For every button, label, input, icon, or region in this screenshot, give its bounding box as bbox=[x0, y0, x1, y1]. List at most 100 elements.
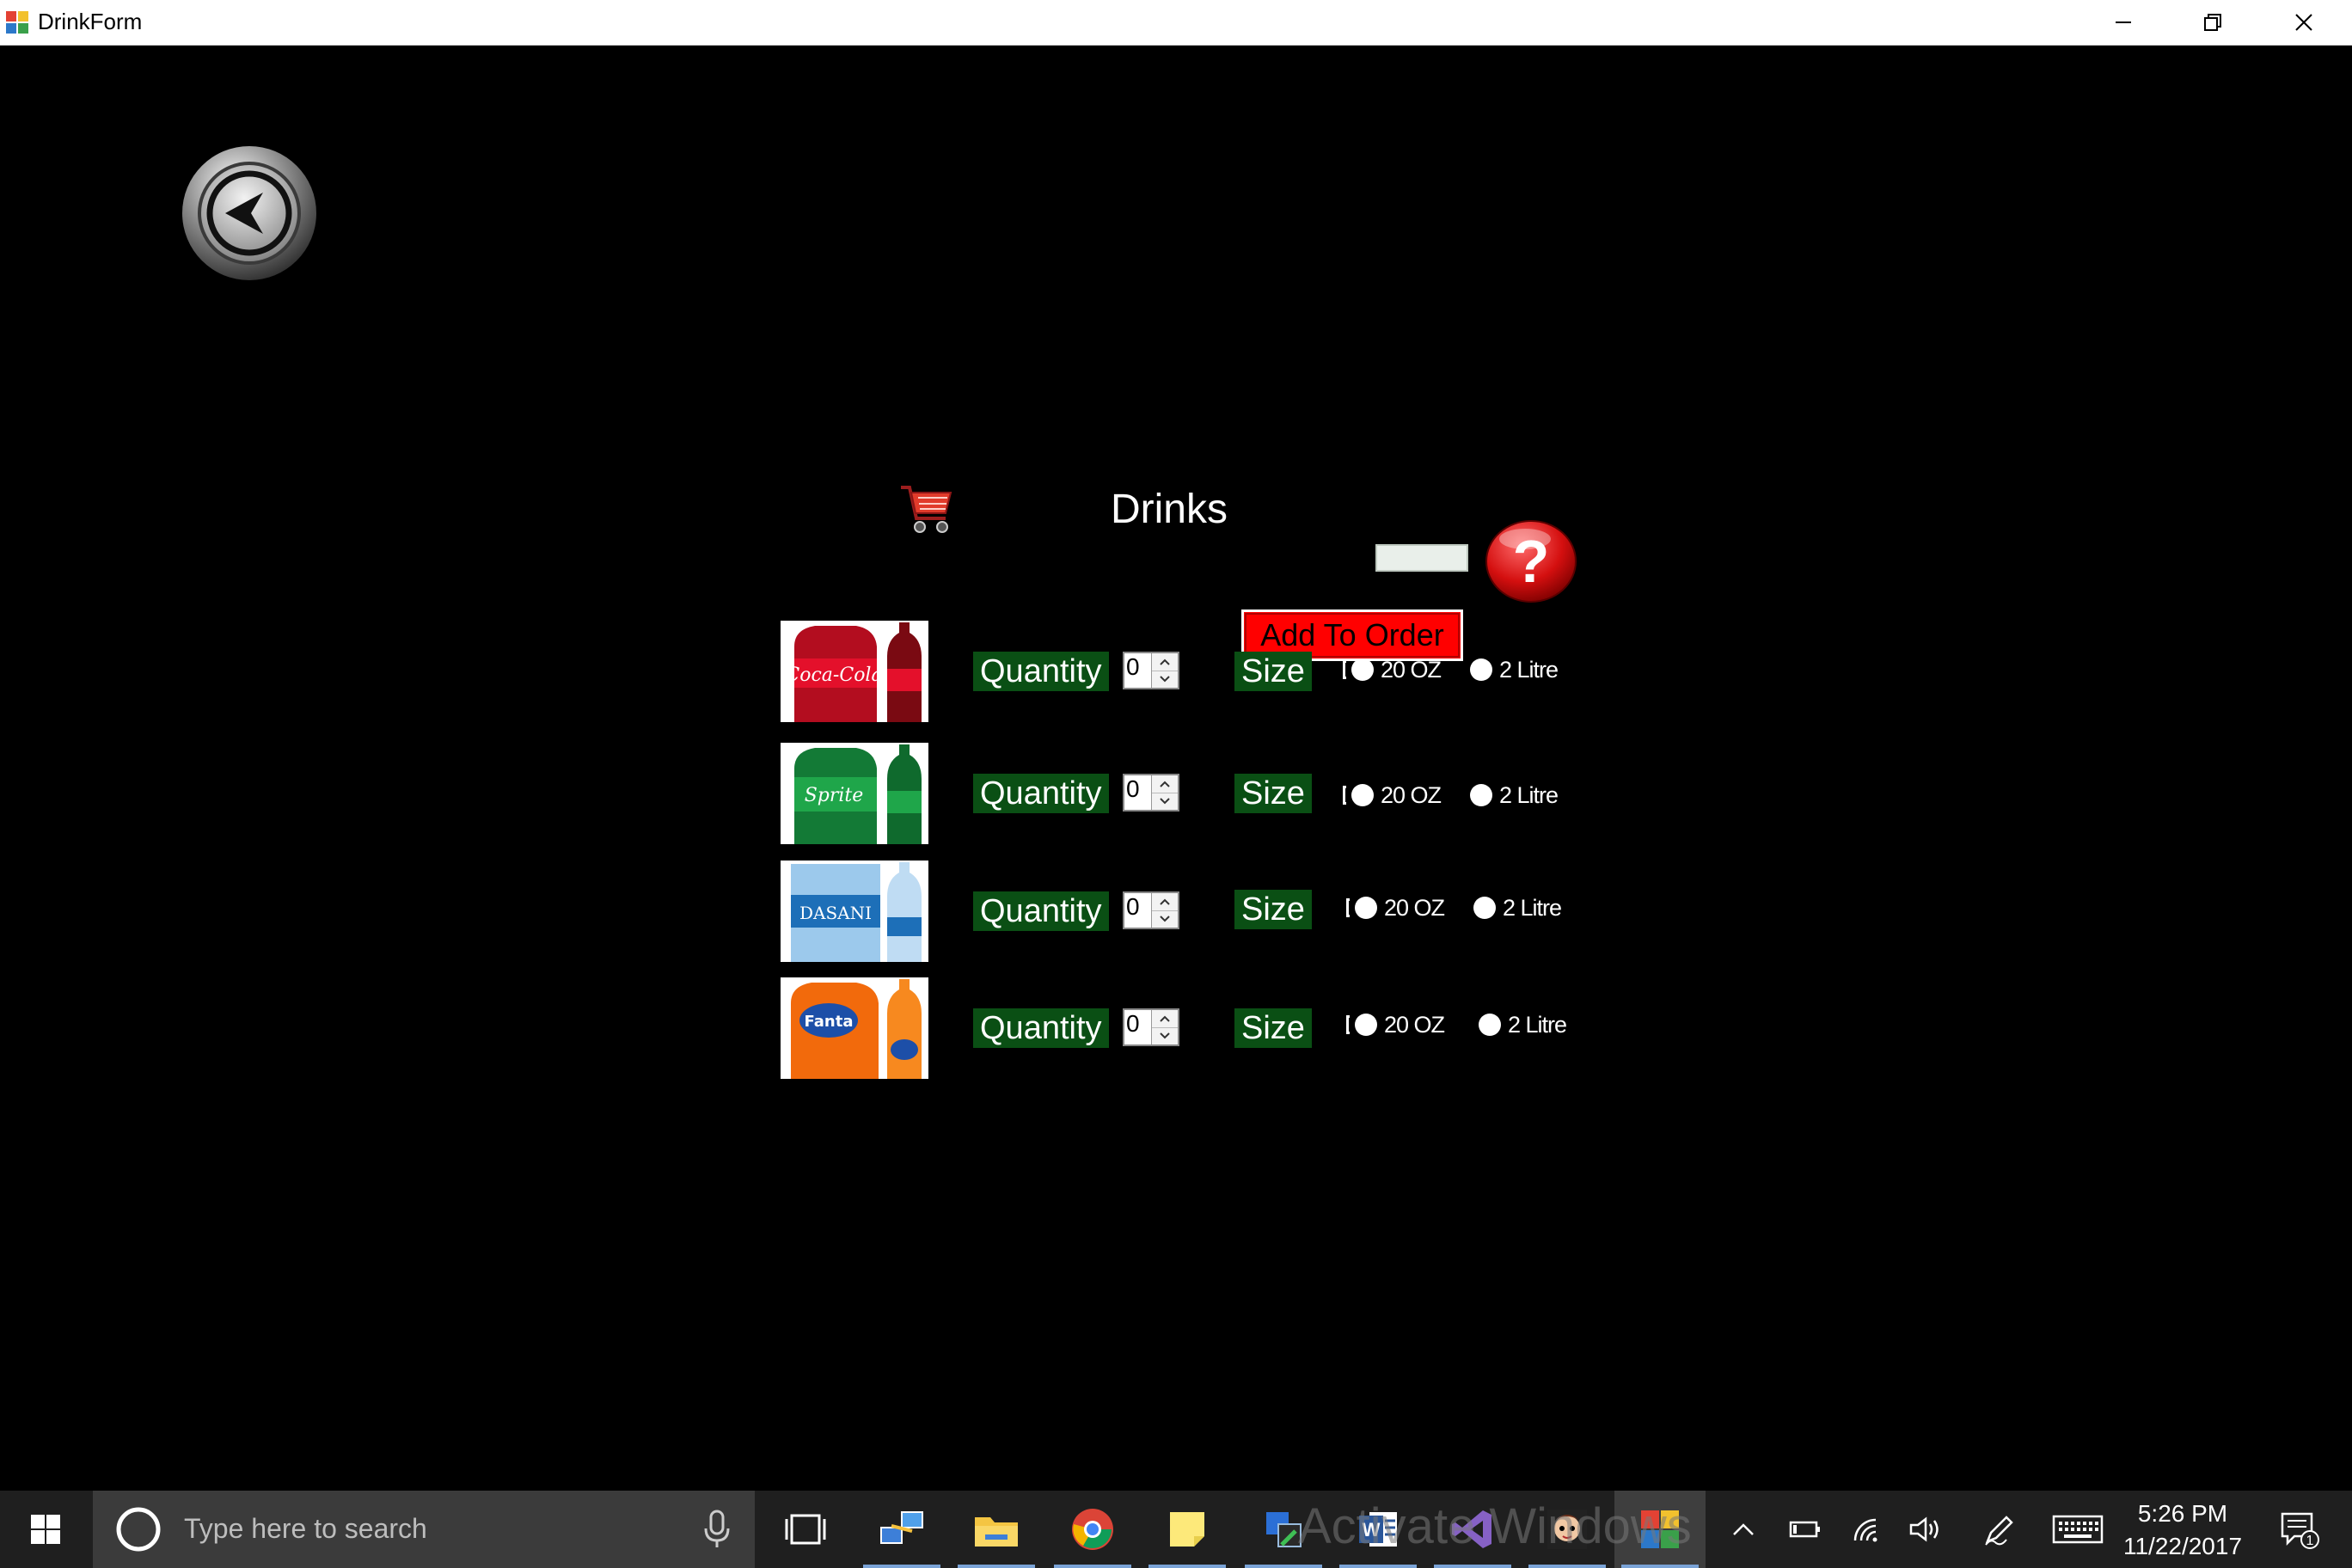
size-label: Size bbox=[1234, 1008, 1312, 1048]
taskbar-app-chrome[interactable] bbox=[1047, 1491, 1138, 1568]
restore-icon bbox=[2204, 14, 2221, 31]
chevron-down-icon bbox=[1160, 916, 1170, 922]
stepper-down-button[interactable] bbox=[1152, 793, 1178, 810]
size-2litre-label: 2 Litre bbox=[1499, 657, 1559, 683]
restore-button[interactable] bbox=[2168, 0, 2257, 45]
form-client-area: Drinks ? Add To Order Coca-Cola Quantity… bbox=[0, 46, 2352, 1491]
radio-border bbox=[1346, 1015, 1350, 1034]
chevron-down-icon bbox=[1160, 676, 1170, 683]
taskbar-app-file-explorer[interactable] bbox=[951, 1491, 1042, 1568]
coca-cola-brand-text: Coca-Cola bbox=[785, 665, 882, 686]
size-2litre-radio[interactable] bbox=[1473, 897, 1496, 919]
fanta-brand-text: Fanta bbox=[805, 1013, 854, 1031]
quantity-stepper[interactable]: 0 bbox=[1123, 652, 1179, 689]
taskbar-clock[interactable]: 5:26 PM 11/22/2017 bbox=[2101, 1498, 2264, 1563]
start-button[interactable] bbox=[0, 1491, 91, 1568]
window-title-bar: DrinkForm bbox=[0, 0, 2352, 46]
chevron-up-icon bbox=[1160, 898, 1170, 905]
stepper-up-button[interactable] bbox=[1152, 1010, 1178, 1028]
back-arrow-icon bbox=[182, 146, 316, 280]
chevron-up-icon bbox=[1160, 781, 1170, 787]
size-2litre-radio[interactable] bbox=[1470, 658, 1492, 681]
drink-row-fanta: Fanta Quantity 0 Size 20 OZ 2 Litre bbox=[781, 977, 1589, 1079]
drinkform-app-icon bbox=[1641, 1510, 1679, 1548]
word-icon: W bbox=[1359, 1512, 1397, 1547]
stepper-arrows bbox=[1151, 653, 1178, 688]
size-2litre-label: 2 Litre bbox=[1508, 1012, 1567, 1038]
taskbar-app-word[interactable]: W bbox=[1332, 1491, 1424, 1568]
taskbar-app-visual-studio[interactable] bbox=[1427, 1491, 1518, 1568]
quantity-stepper[interactable]: 0 bbox=[1123, 774, 1179, 812]
volume-button[interactable] bbox=[1900, 1491, 1951, 1568]
wifi-button[interactable] bbox=[1841, 1491, 1893, 1568]
stepper-up-button[interactable] bbox=[1152, 775, 1178, 793]
windows-logo-icon bbox=[31, 1515, 60, 1544]
close-button[interactable] bbox=[2259, 0, 2349, 45]
touch-keyboard-button[interactable] bbox=[2048, 1491, 2108, 1568]
quantity-stepper[interactable]: 0 bbox=[1123, 1008, 1179, 1046]
quantity-stepper[interactable]: 0 bbox=[1123, 891, 1179, 929]
chevron-up-icon bbox=[1733, 1523, 1754, 1535]
size-2litre-radio[interactable] bbox=[1479, 1014, 1501, 1036]
task-view-button[interactable] bbox=[760, 1491, 851, 1568]
taskbar-app-store[interactable] bbox=[1238, 1491, 1329, 1568]
radio-border bbox=[1346, 898, 1350, 917]
cart-button[interactable] bbox=[897, 481, 958, 541]
quantity-value[interactable]: 0 bbox=[1126, 775, 1140, 803]
task-view-icon bbox=[785, 1514, 826, 1545]
chevron-up-icon bbox=[1160, 1015, 1170, 1022]
wifi-icon bbox=[1853, 1518, 1877, 1542]
minimize-icon bbox=[2116, 21, 2131, 23]
size-2litre-radio[interactable] bbox=[1470, 784, 1492, 806]
taskbar-app-network[interactable] bbox=[856, 1491, 947, 1568]
size-20oz-label: 20 OZ bbox=[1381, 657, 1442, 683]
sticky-notes-icon bbox=[1170, 1512, 1204, 1547]
chevron-down-icon bbox=[1160, 798, 1170, 805]
action-center-button[interactable]: 1 bbox=[2269, 1491, 2330, 1568]
folder-icon bbox=[975, 1517, 1018, 1547]
size-2litre-label: 2 Litre bbox=[1499, 782, 1559, 808]
taskbar-search-box[interactable]: Type here to search bbox=[93, 1491, 755, 1568]
quantity-value[interactable]: 0 bbox=[1126, 653, 1140, 681]
pen-workspace-button[interactable] bbox=[1974, 1491, 2025, 1568]
notification-count: 1 bbox=[2306, 1534, 2314, 1548]
clock-time: 5:26 PM bbox=[2137, 1500, 2228, 1527]
total-display bbox=[1375, 544, 1468, 572]
stepper-arrows bbox=[1151, 1010, 1178, 1044]
help-button[interactable]: ? bbox=[1484, 518, 1578, 604]
chrome-icon bbox=[1072, 1509, 1113, 1550]
microphone-icon[interactable] bbox=[700, 1510, 734, 1549]
taskbar-app-drinkform[interactable] bbox=[1614, 1491, 1706, 1568]
sprite-brand-text: Sprite bbox=[805, 785, 864, 806]
drink-row-coca-cola: Coca-Cola Quantity 0 Size 20 OZ 2 Litre bbox=[781, 621, 1589, 722]
stepper-down-button[interactable] bbox=[1152, 910, 1178, 928]
drink-row-sprite: Sprite Quantity 0 Size 20 OZ 2 Litre bbox=[781, 743, 1589, 844]
quantity-label: Quantity bbox=[973, 774, 1109, 813]
show-hidden-icons-button[interactable] bbox=[1718, 1491, 1769, 1568]
stepper-down-button[interactable] bbox=[1152, 671, 1178, 688]
taskbar-app-game[interactable] bbox=[1522, 1491, 1613, 1568]
size-label: Size bbox=[1234, 652, 1312, 691]
window-title: DrinkForm bbox=[38, 9, 143, 34]
taskbar-app-sticky-notes[interactable] bbox=[1142, 1491, 1233, 1568]
size-radio-group: 20 OZ 2 Litre bbox=[1346, 1007, 1604, 1044]
stepper-down-button[interactable] bbox=[1152, 1027, 1178, 1044]
quantity-value[interactable]: 0 bbox=[1126, 1010, 1140, 1038]
chevron-up-icon bbox=[1160, 658, 1170, 665]
close-icon bbox=[2295, 14, 2312, 31]
cortana-icon bbox=[116, 1507, 161, 1552]
minimize-button[interactable] bbox=[2079, 0, 2168, 45]
pen-icon bbox=[1985, 1516, 2013, 1546]
size-20oz-radio[interactable] bbox=[1355, 897, 1377, 919]
svg-text:W: W bbox=[1363, 1519, 1381, 1540]
battery-button[interactable] bbox=[1779, 1491, 1831, 1568]
stepper-up-button[interactable] bbox=[1152, 653, 1178, 671]
size-20oz-radio[interactable] bbox=[1355, 1014, 1377, 1036]
back-button[interactable] bbox=[181, 144, 318, 282]
network-app-icon bbox=[880, 1511, 923, 1544]
game-app-icon bbox=[1547, 1510, 1587, 1549]
size-20oz-radio[interactable] bbox=[1351, 658, 1374, 681]
stepper-up-button[interactable] bbox=[1152, 893, 1178, 911]
size-20oz-radio[interactable] bbox=[1351, 784, 1374, 806]
quantity-value[interactable]: 0 bbox=[1126, 893, 1140, 921]
